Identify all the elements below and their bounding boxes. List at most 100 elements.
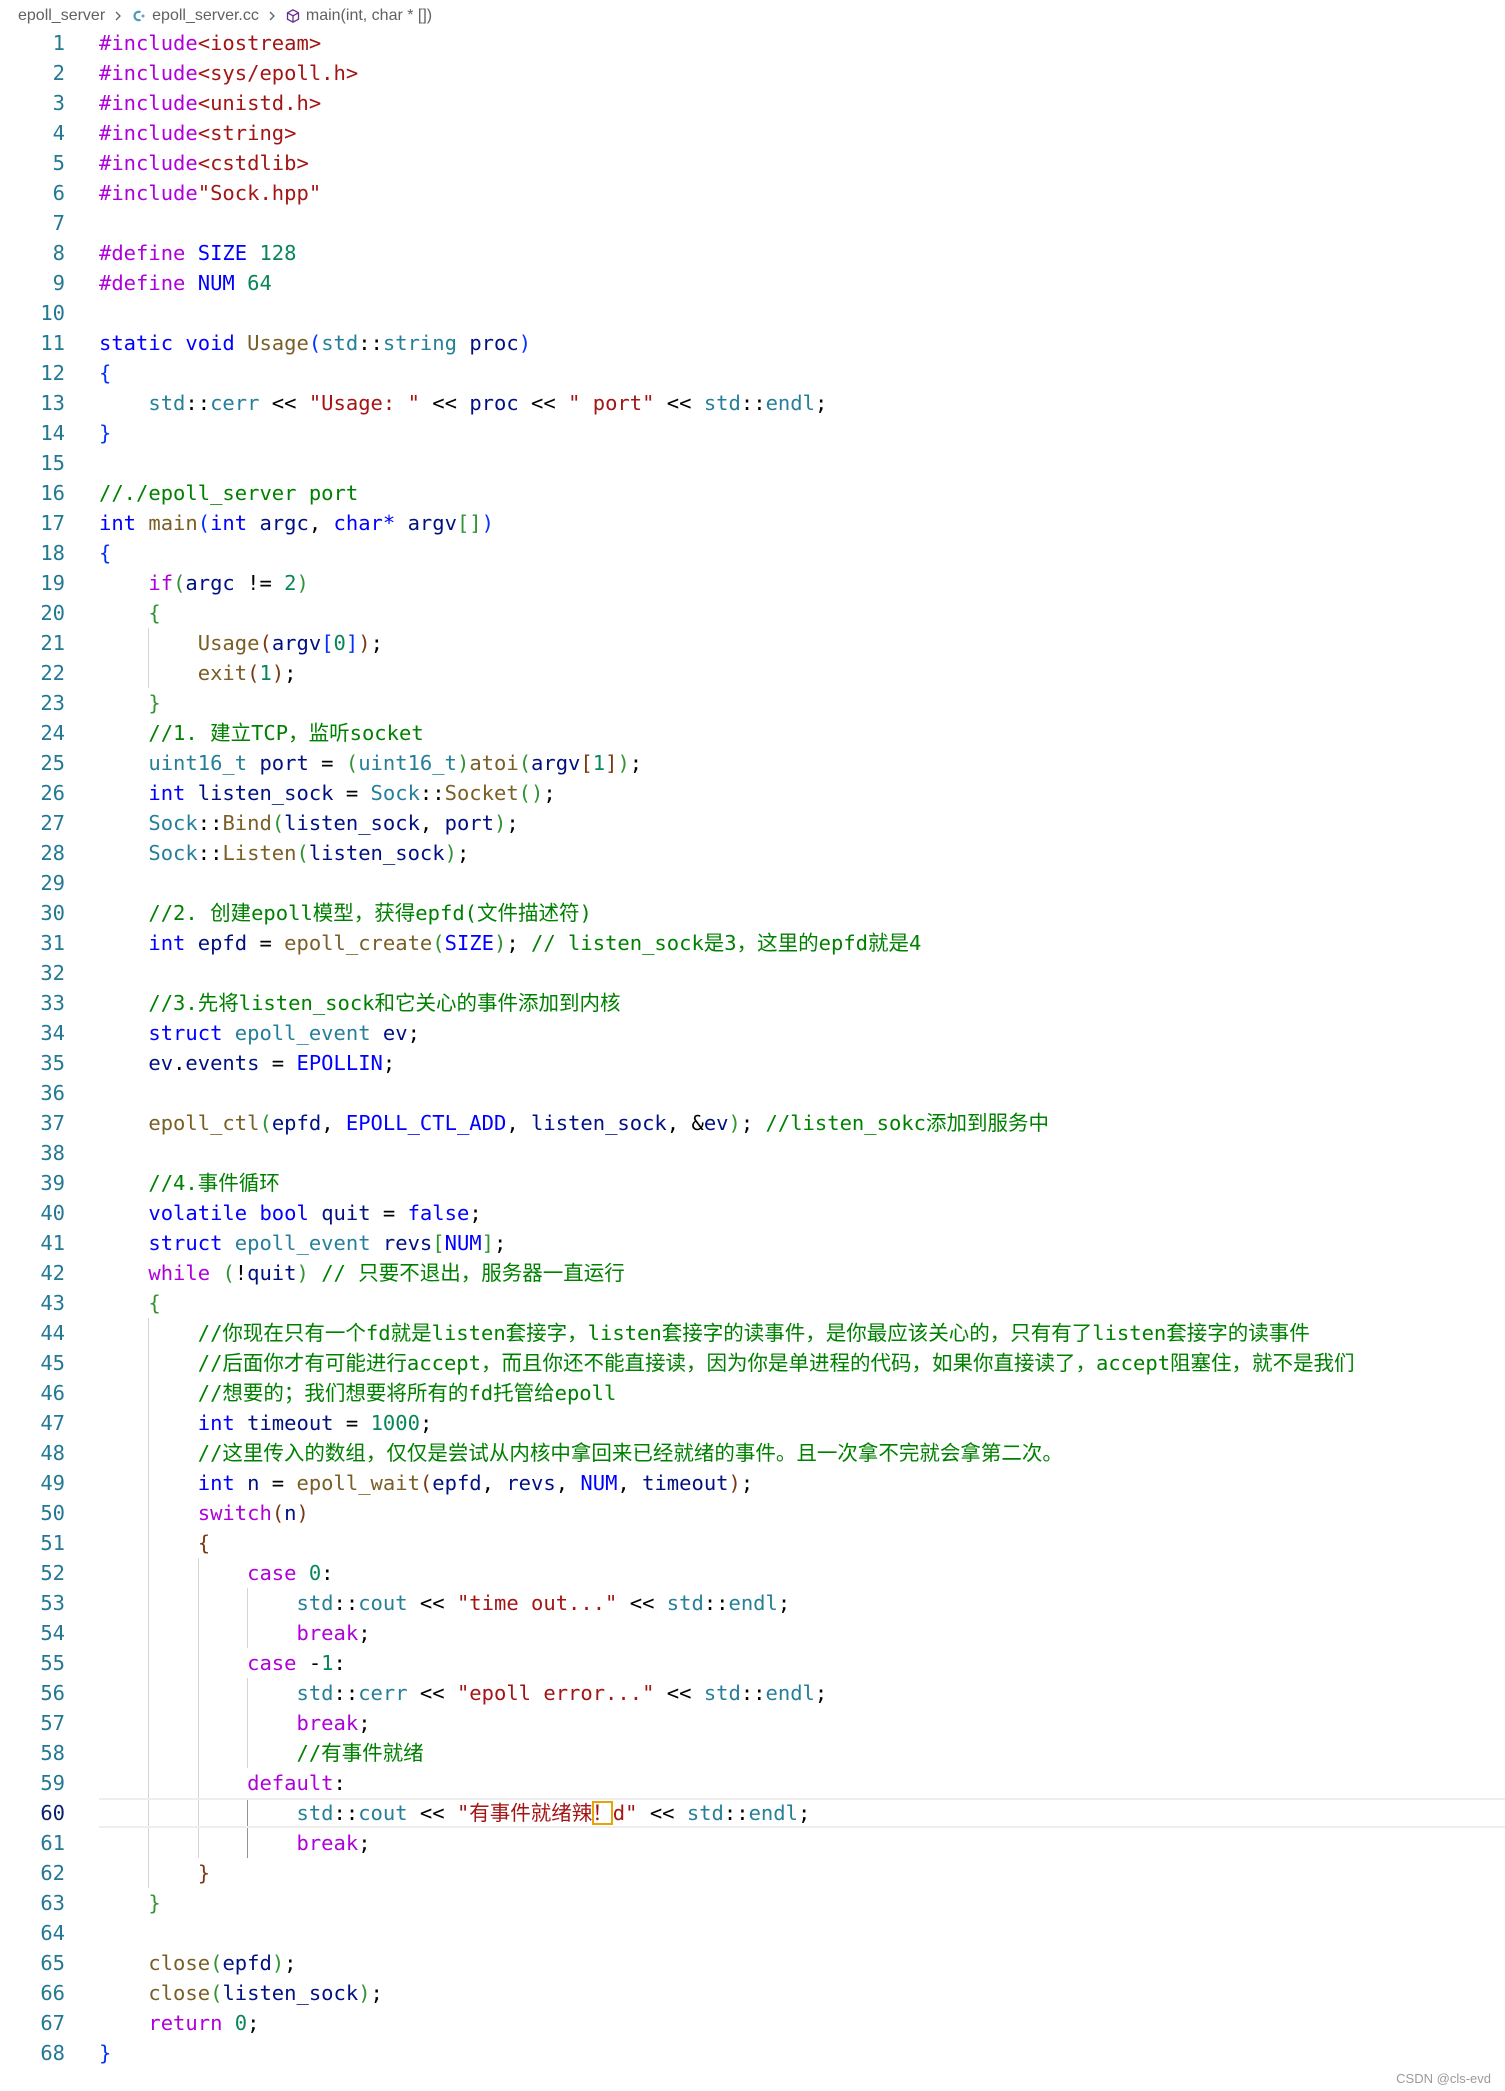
code-line-text[interactable] [99, 448, 1505, 478]
line-number[interactable]: 5 [0, 148, 65, 178]
line-number[interactable]: 8 [0, 238, 65, 268]
line-number[interactable]: 66 [0, 1978, 65, 2008]
line-number[interactable]: 13 [0, 388, 65, 418]
line-number[interactable]: 7 [0, 208, 65, 238]
code-line-text[interactable]: { [99, 538, 1505, 568]
code-line-text[interactable]: } [99, 1888, 1505, 1918]
code-line[interactable]: 43 { [0, 1288, 1505, 1318]
code-line[interactable]: 21 Usage(argv[0]); [0, 628, 1505, 658]
code-line-text[interactable]: int timeout = 1000; [99, 1408, 1505, 1438]
code-line[interactable]: 41 struct epoll_event revs[NUM]; [0, 1228, 1505, 1258]
line-number[interactable]: 26 [0, 778, 65, 808]
code-line[interactable]: 17 int main(int argc, char* argv[]) [0, 508, 1505, 538]
line-number[interactable]: 9 [0, 268, 65, 298]
line-number[interactable]: 12 [0, 358, 65, 388]
code-line[interactable]: 3 #include<unistd.h> [0, 88, 1505, 118]
code-line[interactable]: 7 [0, 208, 1505, 238]
code-line[interactable]: 29 [0, 868, 1505, 898]
code-line[interactable]: 2 #include<sys/epoll.h> [0, 58, 1505, 88]
code-line[interactable]: 27 Sock::Bind(listen_sock, port); [0, 808, 1505, 838]
line-number[interactable]: 18 [0, 538, 65, 568]
line-number[interactable]: 47 [0, 1408, 65, 1438]
code-line-text[interactable]: return 0; [99, 2008, 1505, 2038]
code-line-text[interactable] [99, 298, 1505, 328]
code-line-text[interactable]: epoll_ctl(epfd, EPOLL_CTL_ADD, listen_so… [99, 1108, 1505, 1138]
line-number[interactable]: 49 [0, 1468, 65, 1498]
code-line[interactable]: 22 exit(1); [0, 658, 1505, 688]
code-editor[interactable]: 1 #include<iostream> 2 #include<sys/epoll.h… [0, 28, 1505, 2068]
code-line[interactable]: 36 [0, 1078, 1505, 1108]
line-number[interactable]: 41 [0, 1228, 65, 1258]
code-line[interactable]: 60 std::cout << "有事件就绪辣！d" << std::endl; [0, 1798, 1505, 1828]
code-line[interactable]: 26 int listen_sock = Sock::Socket(); [0, 778, 1505, 808]
line-number[interactable]: 19 [0, 568, 65, 598]
code-line-text[interactable] [99, 1918, 1505, 1948]
code-line-text[interactable]: case -1: [99, 1648, 1505, 1678]
code-line[interactable]: 37 epoll_ctl(epfd, EPOLL_CTL_ADD, listen… [0, 1108, 1505, 1138]
line-number[interactable]: 52 [0, 1558, 65, 1588]
code-line-text[interactable]: close(epfd); [99, 1948, 1505, 1978]
line-number[interactable]: 42 [0, 1258, 65, 1288]
code-line-text[interactable]: default: [99, 1768, 1505, 1798]
code-line-text[interactable] [99, 868, 1505, 898]
code-line-text[interactable]: //1. 建立TCP，监听socket [99, 718, 1505, 748]
code-line[interactable]: 58 //有事件就绪 [0, 1738, 1505, 1768]
code-line[interactable]: 57 break; [0, 1708, 1505, 1738]
code-line-text[interactable]: uint16_t port = (uint16_t)atoi(argv[1]); [99, 748, 1505, 778]
code-line-text[interactable]: #include<iostream> [99, 28, 1505, 58]
line-number[interactable]: 25 [0, 748, 65, 778]
code-line[interactable]: 8 #define SIZE 128 [0, 238, 1505, 268]
code-line-text[interactable]: //3.先将listen_sock和它关心的事件添加到内核 [99, 988, 1505, 1018]
code-line-text[interactable] [99, 958, 1505, 988]
line-number[interactable]: 14 [0, 418, 65, 448]
code-line-text[interactable]: { [99, 1528, 1505, 1558]
code-line[interactable]: 44 //你现在只有一个fd就是listen套接字，listen套接字的读事件，… [0, 1318, 1505, 1348]
code-line-text[interactable]: { [99, 598, 1505, 628]
line-number[interactable]: 36 [0, 1078, 65, 1108]
code-line[interactable]: 40 volatile bool quit = false; [0, 1198, 1505, 1228]
code-line[interactable]: 47 int timeout = 1000; [0, 1408, 1505, 1438]
code-line[interactable]: 55 case -1: [0, 1648, 1505, 1678]
line-number[interactable]: 31 [0, 928, 65, 958]
code-line[interactable]: 66 close(listen_sock); [0, 1978, 1505, 2008]
line-number[interactable]: 56 [0, 1678, 65, 1708]
code-line-text[interactable] [99, 1078, 1505, 1108]
code-line[interactable]: 64 [0, 1918, 1505, 1948]
code-line[interactable]: 28 Sock::Listen(listen_sock); [0, 838, 1505, 868]
line-number[interactable]: 30 [0, 898, 65, 928]
code-line[interactable]: 10 [0, 298, 1505, 328]
code-line[interactable]: 30 //2. 创建epoll模型，获得epfd(文件描述符) [0, 898, 1505, 928]
code-line-text[interactable]: while (!quit) // 只要不退出，服务器一直运行 [99, 1258, 1505, 1288]
code-line-text[interactable]: Sock::Listen(listen_sock); [99, 838, 1505, 868]
code-line[interactable]: 63 } [0, 1888, 1505, 1918]
line-number[interactable]: 16 [0, 478, 65, 508]
code-line[interactable]: 4 #include<string> [0, 118, 1505, 148]
code-line[interactable]: 32 [0, 958, 1505, 988]
code-line-text[interactable]: ev.events = EPOLLIN; [99, 1048, 1505, 1078]
line-number[interactable]: 64 [0, 1918, 65, 1948]
breadcrumb-file[interactable]: epoll_server.cc [131, 7, 259, 25]
code-line-text[interactable]: volatile bool quit = false; [99, 1198, 1505, 1228]
code-line[interactable]: 13 std::cerr << "Usage: " << proc << " p… [0, 388, 1505, 418]
line-number[interactable]: 54 [0, 1618, 65, 1648]
line-number[interactable]: 3 [0, 88, 65, 118]
code-line[interactable]: 38 [0, 1138, 1505, 1168]
line-number[interactable]: 63 [0, 1888, 65, 1918]
code-line-text[interactable]: int epfd = epoll_create(SIZE); // listen… [99, 928, 1505, 958]
code-line[interactable]: 16 //./epoll_server port [0, 478, 1505, 508]
code-line-text[interactable]: } [99, 418, 1505, 448]
code-line[interactable]: 53 std::cout << "time out..." << std::en… [0, 1588, 1505, 1618]
code-line-text[interactable]: break; [99, 1618, 1505, 1648]
code-line[interactable]: 6 #include"Sock.hpp" [0, 178, 1505, 208]
code-line-text[interactable]: #include"Sock.hpp" [99, 178, 1505, 208]
code-line-text[interactable]: int main(int argc, char* argv[]) [99, 508, 1505, 538]
code-line-text[interactable]: static void Usage(std::string proc) [99, 328, 1505, 358]
line-number[interactable]: 58 [0, 1738, 65, 1768]
code-line[interactable]: 35 ev.events = EPOLLIN; [0, 1048, 1505, 1078]
code-line-text[interactable]: close(listen_sock); [99, 1978, 1505, 2008]
line-number[interactable]: 17 [0, 508, 65, 538]
code-line[interactable]: 19 if(argc != 2) [0, 568, 1505, 598]
code-line[interactable]: 59 default: [0, 1768, 1505, 1798]
code-line[interactable]: 42 while (!quit) // 只要不退出，服务器一直运行 [0, 1258, 1505, 1288]
code-line-text[interactable]: //2. 创建epoll模型，获得epfd(文件描述符) [99, 898, 1505, 928]
